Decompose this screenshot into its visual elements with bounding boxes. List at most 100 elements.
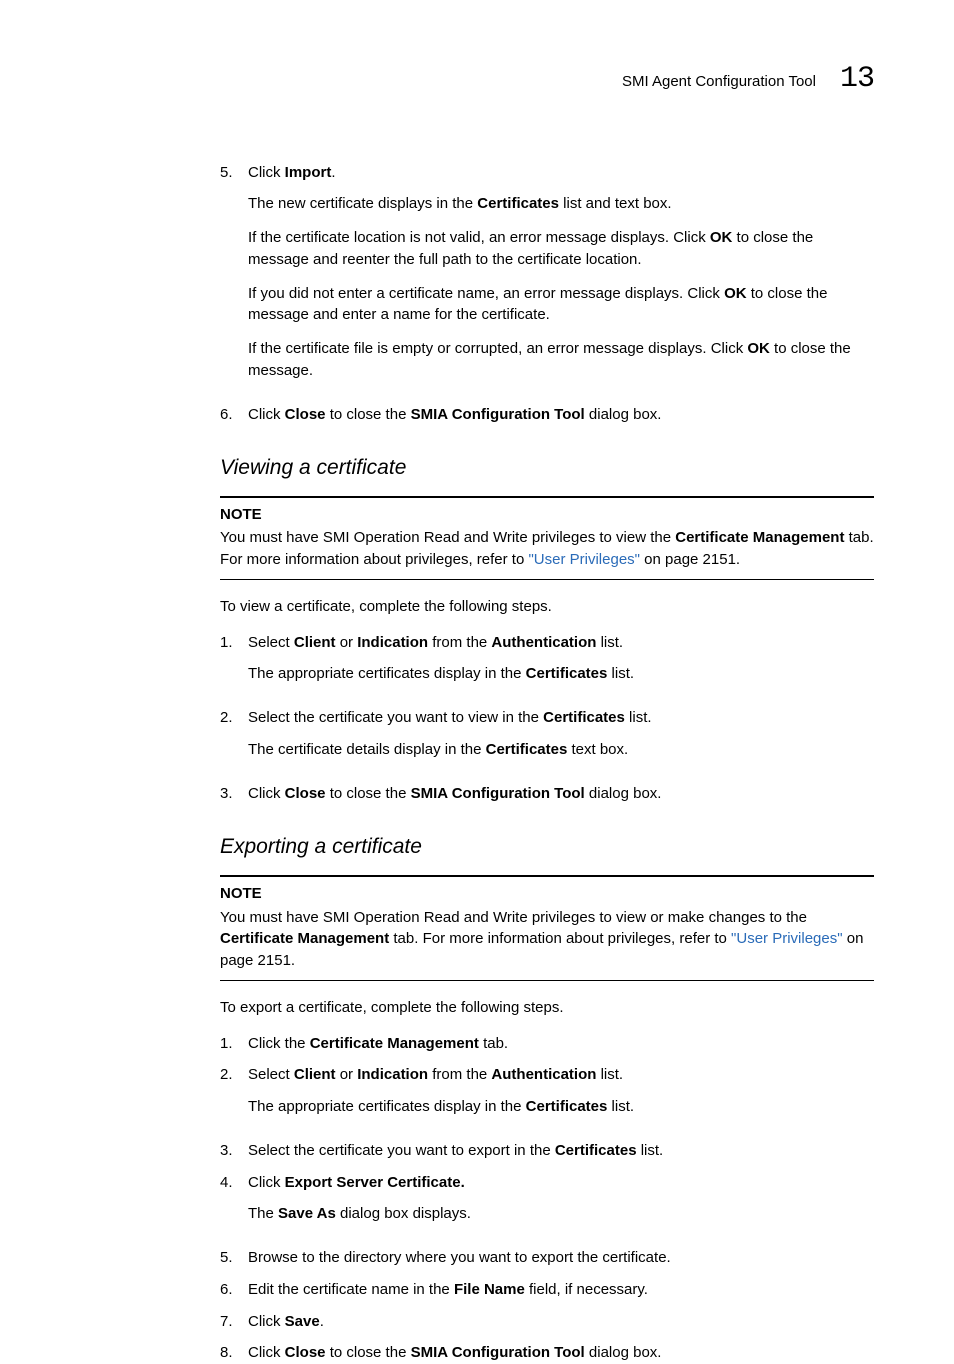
- text: Click: [248, 1174, 285, 1191]
- text: dialog box displays.: [336, 1205, 471, 1222]
- ui-term: Save: [285, 1313, 320, 1330]
- text: Select the certificate you want to view …: [248, 709, 543, 726]
- lead-text: To view a certificate, complete the foll…: [220, 596, 874, 618]
- ui-term: Certificates: [477, 195, 559, 212]
- exporting-list: 1. Click the Certificate Management tab.…: [220, 1033, 874, 1364]
- list-body: Select Client or Indication from the Aut…: [248, 632, 874, 698]
- text: The new certificate displays in the: [248, 195, 477, 212]
- ui-term: OK: [724, 285, 747, 302]
- text: from the: [428, 1066, 491, 1083]
- ui-term: SMIA Configuration Tool: [411, 1344, 585, 1361]
- ui-term: Certificates: [486, 741, 568, 758]
- note-text: You must have SMI Operation Read and Wri…: [220, 527, 874, 571]
- text: You must have SMI Operation Read and Wri…: [220, 529, 675, 546]
- ui-term: Client: [294, 1066, 336, 1083]
- lead-text: To export a certificate, complete the fo…: [220, 997, 874, 1019]
- section-heading-exporting: Exporting a certificate: [220, 832, 874, 862]
- list-item: 6. Edit the certificate name in the File…: [220, 1279, 874, 1301]
- header-title: SMI Agent Configuration Tool: [622, 71, 816, 93]
- ui-term: Client: [294, 634, 336, 651]
- ui-term: Certificates: [543, 709, 625, 726]
- text: Select: [248, 1066, 294, 1083]
- list-number: 1.: [220, 632, 248, 698]
- list-body: Click Save.: [248, 1311, 874, 1333]
- note-box: NOTE You must have SMI Operation Read an…: [220, 875, 874, 981]
- list-number: 5.: [220, 1247, 248, 1269]
- note-label: NOTE: [220, 504, 874, 526]
- text: or: [336, 634, 358, 651]
- ui-term: Close: [285, 785, 326, 802]
- list-number: 6.: [220, 1279, 248, 1301]
- page-header: SMI Agent Configuration Tool 13: [220, 58, 874, 102]
- text: The appropriate certificates display in …: [248, 1098, 526, 1115]
- list-item: 2. Select Client or Indication from the …: [220, 1064, 874, 1130]
- list-body: Click Export Server Certificate. The Sav…: [248, 1172, 874, 1238]
- text: list.: [607, 1098, 634, 1115]
- ui-term: Close: [285, 1344, 326, 1361]
- list-number: 5.: [220, 162, 248, 394]
- text: dialog box.: [585, 1344, 662, 1361]
- text: list.: [596, 634, 623, 651]
- intro-list: 5. Click Import. The new certificate dis…: [220, 162, 874, 426]
- list-item: 1. Click the Certificate Management tab.: [220, 1033, 874, 1055]
- ui-term: Save As: [278, 1205, 336, 1222]
- list-item: 7. Click Save.: [220, 1311, 874, 1333]
- ui-term: OK: [747, 340, 770, 357]
- list-number: 3.: [220, 1140, 248, 1162]
- text: on page 2151.: [640, 551, 740, 568]
- link-user-privileges[interactable]: "User Privileges": [528, 551, 640, 568]
- list-number: 1.: [220, 1033, 248, 1055]
- text: .: [461, 1174, 465, 1191]
- note-text: You must have SMI Operation Read and Wri…: [220, 907, 874, 972]
- text: tab. For more information about privileg…: [389, 930, 731, 947]
- list-body: Edit the certificate name in the File Na…: [248, 1279, 874, 1301]
- text: The: [248, 1205, 278, 1222]
- text: If you did not enter a certificate name,…: [248, 285, 724, 302]
- text: Click: [248, 164, 285, 181]
- text: Click: [248, 785, 285, 802]
- page: SMI Agent Configuration Tool 13 5. Click…: [0, 0, 954, 1235]
- text: to close the: [326, 785, 411, 802]
- text: If the certificate location is not valid…: [248, 229, 710, 246]
- note-label: NOTE: [220, 883, 874, 905]
- list-item: 8. Click Close to close the SMIA Configu…: [220, 1342, 874, 1364]
- list-item: 2. Select the certificate you want to vi…: [220, 707, 874, 773]
- list-body: Click the Certificate Management tab.: [248, 1033, 874, 1055]
- text: list.: [607, 665, 634, 682]
- ui-term: Indication: [357, 634, 428, 651]
- text: Click: [248, 1344, 285, 1361]
- list-item: 3. Click Close to close the SMIA Configu…: [220, 783, 874, 805]
- text: field, if necessary.: [525, 1281, 648, 1298]
- text: from the: [428, 634, 491, 651]
- list-item: 3. Select the certificate you want to ex…: [220, 1140, 874, 1162]
- text: The certificate details display in the: [248, 741, 486, 758]
- list-item: 6. Click Close to close the SMIA Configu…: [220, 404, 874, 426]
- text: .: [331, 164, 335, 181]
- text: The appropriate certificates display in …: [248, 665, 526, 682]
- ui-term: Certificates: [555, 1142, 637, 1159]
- text: dialog box.: [585, 406, 662, 423]
- text: to close the: [326, 406, 411, 423]
- list-item: 4. Click Export Server Certificate. The …: [220, 1172, 874, 1238]
- text: or: [336, 1066, 358, 1083]
- link-user-privileges[interactable]: "User Privileges": [731, 930, 843, 947]
- text: to close the: [326, 1344, 411, 1361]
- list-item: 1. Select Client or Indication from the …: [220, 632, 874, 698]
- text: Click the: [248, 1035, 310, 1052]
- ui-term: Close: [285, 406, 326, 423]
- ui-term: Certificates: [526, 1098, 608, 1115]
- text: Select the certificate you want to expor…: [248, 1142, 555, 1159]
- text: You must have SMI Operation Read and Wri…: [220, 909, 807, 926]
- list-body: Click Close to close the SMIA Configurat…: [248, 404, 874, 426]
- ui-term: Certificate Management: [675, 529, 844, 546]
- list-number: 6.: [220, 404, 248, 426]
- ui-term: Indication: [357, 1066, 428, 1083]
- text: dialog box.: [585, 785, 662, 802]
- ui-term: Import: [285, 164, 332, 181]
- ui-term: Export Server Certificate: [285, 1174, 461, 1191]
- ui-term: Certificates: [526, 665, 608, 682]
- viewing-list: 1. Select Client or Indication from the …: [220, 632, 874, 805]
- section-heading-viewing: Viewing a certificate: [220, 453, 874, 483]
- ui-term: Certificate Management: [220, 930, 389, 947]
- ui-term: SMIA Configuration Tool: [411, 406, 585, 423]
